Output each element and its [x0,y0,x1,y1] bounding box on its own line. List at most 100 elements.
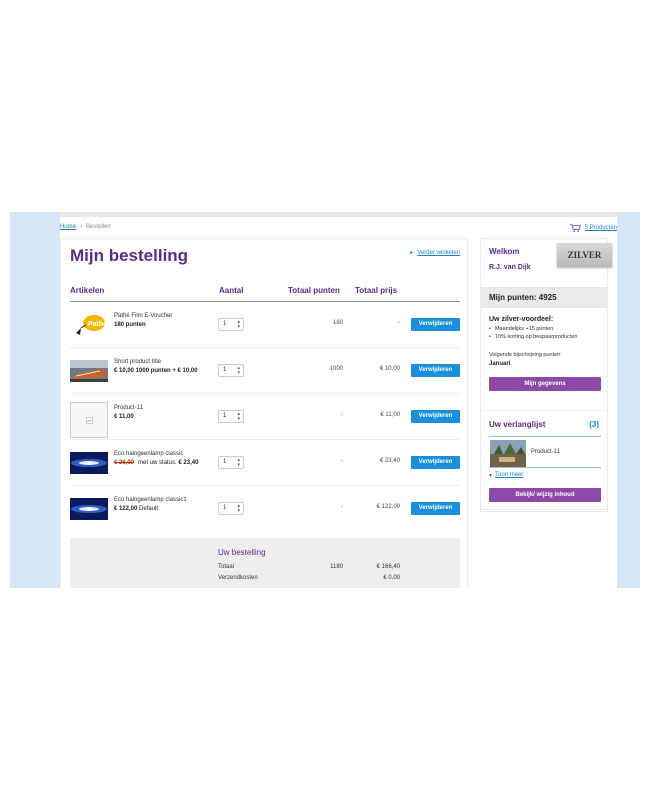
advantage-list: Maandelijks +15 punten 10% korting op be… [489,326,578,342]
lamp-photo [70,498,108,520]
quantity-value: 1 [223,505,227,511]
show-more-label: Toon meer [495,472,524,478]
order-panel: Mijn bestelling ▸ Verder winkelen Artike… [60,238,468,588]
my-details-button[interactable]: Mijn gegevens [489,377,601,391]
product-price-value: € 11,00 [114,414,134,420]
status-price-label: met uw status: [138,460,177,466]
stepper-icon: ▴ ▾ [237,319,240,330]
product-name: Product-11 [114,405,143,411]
chevron-down-icon: ▾ [489,473,493,479]
product-name: Eco halogeenlamp classic1 [114,497,187,503]
row-price: € 11,00 [380,412,400,418]
summary-shipping-label: Verzendkosten [218,575,258,581]
pathe-logo: Pathé [76,315,107,335]
points-total: Mijn punten: 4925 [489,293,557,302]
quantity-select[interactable]: 1 ▴ ▾ [218,364,244,377]
remove-button[interactable]: Verwijderen [411,318,460,331]
remove-button[interactable]: Verwijderen [411,502,460,515]
product-price: € 10,00 1000 punten + € 10,00 [114,368,198,374]
remove-button[interactable]: Verwijderen [411,364,460,377]
svg-text:Pathé: Pathé [88,321,107,328]
stepper-icon: ▴ ▾ [237,411,240,422]
quantity-select[interactable]: 1 ▴ ▾ [218,456,244,469]
product-price: € 26,00 met uw status: € 23,40 [114,460,198,466]
remove-button[interactable]: Verwijderen [411,456,460,469]
product-price-value: € 10,00 1000 punten + € 10,00 [114,368,198,374]
advantage-title: Uw zilver-voordeel: [489,316,554,323]
broken-image [70,402,108,438]
page-frame: Home › Bestellen 5 Producten Mijn bestelli… [10,212,640,588]
points-bar: Mijn punten: 4925 [481,287,607,308]
list-item: 10% korting op bespaarproducten [489,334,578,340]
remove-button[interactable]: Verwijderen [411,410,460,423]
summary-title: Uw bestelling [218,548,266,557]
row-price: - [398,320,400,326]
page-title: Mijn bestelling [70,246,189,265]
quantity-select[interactable]: 1 ▴ ▾ [218,318,244,331]
product-name: Eco halogeenlamp classic [114,451,184,457]
cart-icon [569,223,581,233]
page: Home › Bestellen 5 Producten Mijn bestelli… [60,212,617,588]
row-price: € 23,40 [379,458,400,464]
quantity-value: 1 [223,367,227,373]
row-points: - [341,458,343,464]
stepper-icon: ▴ ▾ [237,457,240,468]
product-price: € 122,00 Default [114,506,158,512]
summary-total-points: 1180 [330,564,343,570]
status-badge: ZILVER [557,243,612,267]
summary-total-label: Totaal [218,564,235,570]
stepper-icon: ▴ ▾ [237,503,240,514]
summary-total-price: € 166,40 [376,564,400,570]
breadcrumb-home-link[interactable]: Home [60,224,76,230]
quantity-select[interactable]: 1 ▴ ▾ [218,502,244,515]
user-name: R.J. van Dijk [489,264,531,271]
show-more-link[interactable]: ▾ Toon meer [489,472,523,479]
row-points: - [341,412,343,418]
wishlist-divider [489,436,601,437]
table-row: Short product title € 10,00 1000 punten … [70,348,460,394]
row-points: 180 [332,320,343,326]
next-points-value: Januari [489,361,511,367]
row-points: - [341,504,343,510]
quantity-select[interactable]: 1 ▴ ▾ [218,410,244,423]
product-name: Pathé Film E-Voucher [114,313,173,319]
continue-shopping-label: Verder winkelen [417,249,460,256]
list-item: Maandelijks +15 punten [489,326,578,332]
cart-link[interactable]: 5 Producten [569,223,617,233]
table-row: Pathé Pathé Film E-Voucher 180 punten 1 ▴… [70,302,460,348]
product-price-value: € 122,00 [114,506,138,512]
next-points-label: Volgende bijschrijving punten: [489,352,562,358]
row-price: € 10,00 [379,366,400,372]
wishlist-divider [489,467,601,468]
lamp-photo [70,452,108,474]
column-header-articles: Artikelen [70,286,105,295]
continue-shopping-link[interactable]: ▸ Verder winkelen [410,249,460,257]
breadcrumb-current: Bestellen [86,224,111,230]
wishlist-title: Uw verlanglijst [489,420,546,429]
image-placeholder-icon [86,417,93,424]
view-wishlist-button[interactable]: Bekijk/ wijzig inhoud [489,488,601,502]
quantity-value: 1 [223,413,227,419]
product-price-value: € 23,40 [178,460,199,466]
column-header-quantity: Aantal [219,286,244,295]
cart-count-label: 5 Producten [584,225,617,231]
top-bar [60,212,617,217]
row-points: 1000 [329,366,343,372]
product-price-value: 180 punten [114,322,146,328]
column-header-total-points: Totaal punten [288,286,340,295]
product-price: 180 punten [114,322,146,328]
breadcrumb-separator: › [80,224,83,230]
train-photo [70,360,108,382]
wishlist-panel: Uw verlanglijst (3) Product-11 ▾ Toon me… [480,410,608,510]
column-header-total-price: Totaal prijs [355,286,398,295]
wishlist-count: (3) [589,420,599,429]
product-photo[interactable] [490,440,526,467]
welcome-title: Welkom [489,247,520,256]
order-summary: Uw bestelling Totaal 1180 € 166,40 Verze… [70,538,460,588]
table-row: Product-11 € 11,00 1 ▴ ▾ - € 11,00 Verwijd… [70,394,460,440]
wishlist-item-name[interactable]: Product-11 [531,449,560,455]
stepper-icon: ▴ ▾ [237,365,240,376]
product-old-price: € 26,00 [114,460,135,466]
table-row: Eco halogeenlamp classic € 26,00 met uw s… [70,440,460,486]
product-price: € 11,00 [114,414,134,420]
